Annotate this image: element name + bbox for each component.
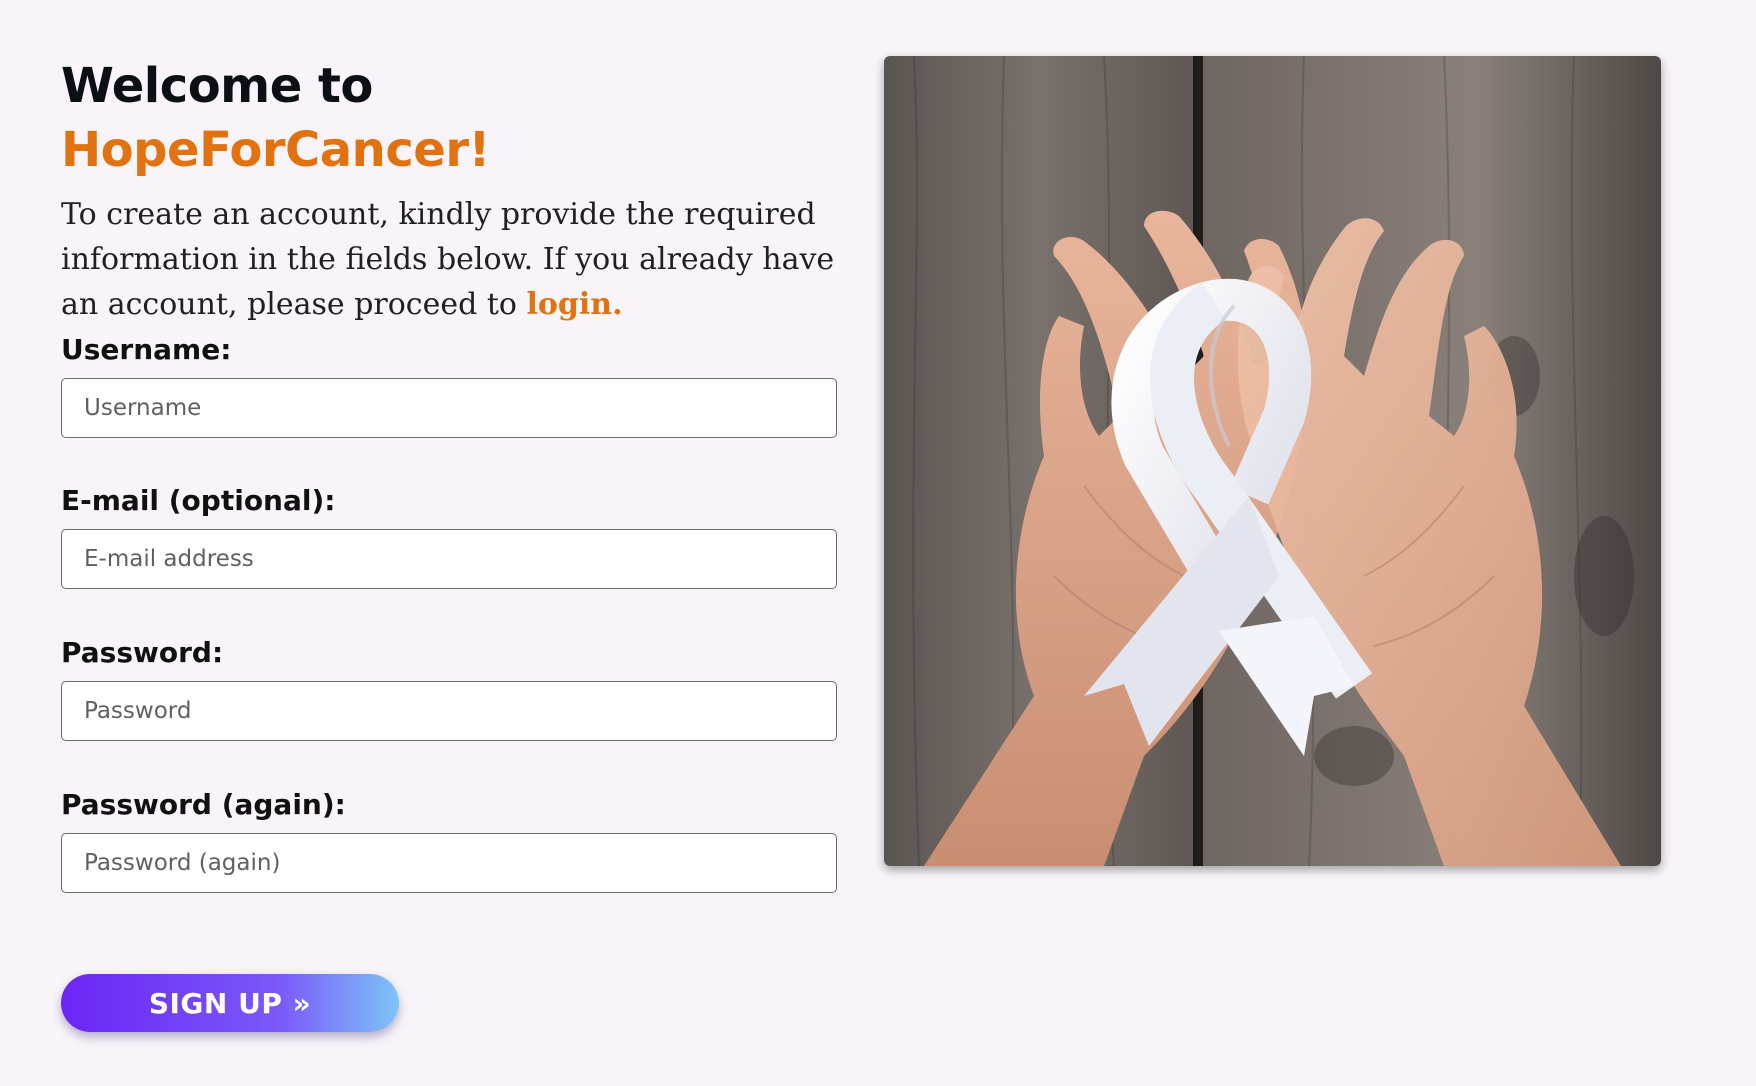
password-again-input[interactable] bbox=[61, 833, 837, 893]
awareness-ribbon-hands-photo bbox=[884, 56, 1661, 866]
email-label: E-mail (optional): bbox=[61, 484, 336, 517]
intro-text: To create an account, kindly provide the… bbox=[61, 192, 851, 327]
password-label: Password: bbox=[61, 636, 224, 669]
username-input[interactable] bbox=[61, 378, 837, 438]
page-title-brand: HopeForCancer! bbox=[61, 122, 490, 178]
page-title-welcome: Welcome to bbox=[61, 58, 373, 114]
sign-up-button[interactable]: SIGN UP » bbox=[61, 974, 399, 1032]
intro-sentence: To create an account, kindly provide the… bbox=[61, 197, 835, 322]
login-link[interactable]: login. bbox=[527, 287, 623, 322]
email-input[interactable] bbox=[61, 529, 837, 589]
password-again-label: Password (again): bbox=[61, 788, 346, 821]
password-input[interactable] bbox=[61, 681, 837, 741]
signup-form-column: Welcome to HopeForCancer! To create an a… bbox=[61, 54, 839, 1032]
username-label: Username: bbox=[61, 333, 232, 366]
ribbon-photo-illustration bbox=[884, 56, 1661, 866]
